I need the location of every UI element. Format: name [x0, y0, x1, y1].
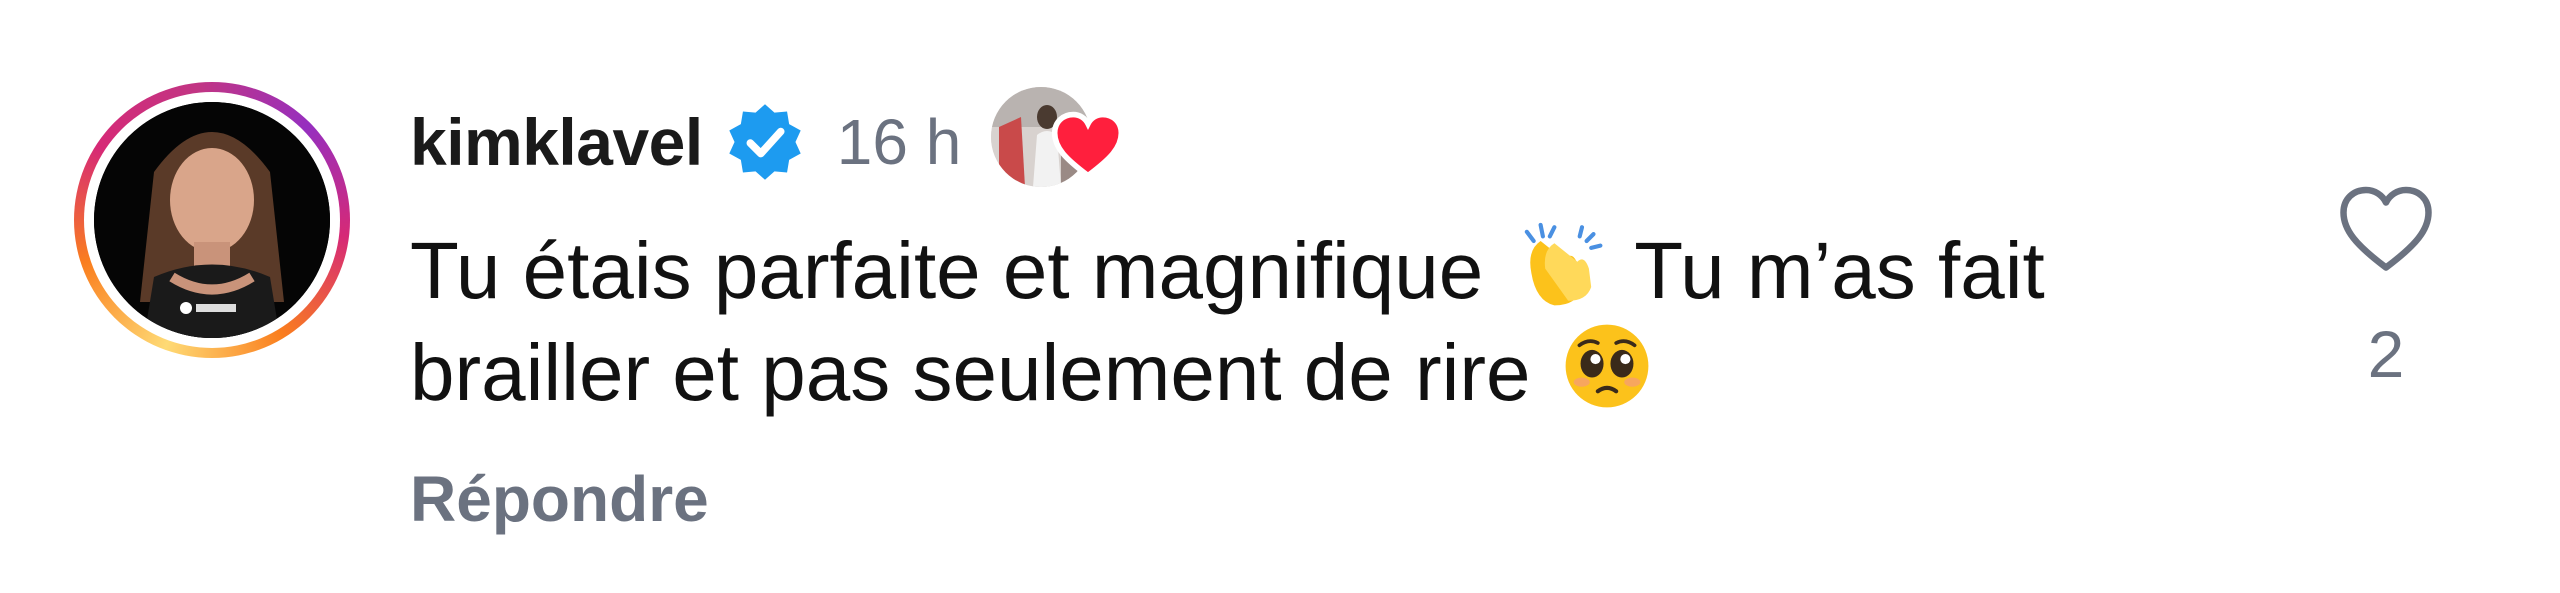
username[interactable]: kimklavel	[410, 104, 703, 180]
like-count: 2	[2367, 317, 2405, 391]
verified-badge-icon	[723, 100, 807, 184]
avatar-image	[94, 102, 330, 338]
comment-text: Tu étais parfaite et magnifique Tu m’as …	[410, 218, 2150, 422]
avatar-story-ring[interactable]	[74, 82, 350, 358]
heart-outline-icon[interactable]	[2336, 180, 2436, 280]
comment-header: kimklavel 16 h	[410, 87, 1141, 192]
pleading-face-icon	[1561, 320, 1653, 412]
avatar[interactable]	[94, 102, 330, 338]
comment: kimklavel 16 h Tu étais parfaite et magn…	[0, 0, 2560, 593]
heart-filled-icon	[1051, 109, 1125, 183]
clapping-hands-icon	[1513, 218, 1605, 310]
creator-liked-badge	[991, 87, 1141, 197]
reply-button[interactable]: Répondre	[410, 462, 709, 536]
timestamp: 16 h	[836, 106, 962, 178]
comment-text-part1: Tu étais parfaite et magnifique	[410, 226, 1484, 315]
